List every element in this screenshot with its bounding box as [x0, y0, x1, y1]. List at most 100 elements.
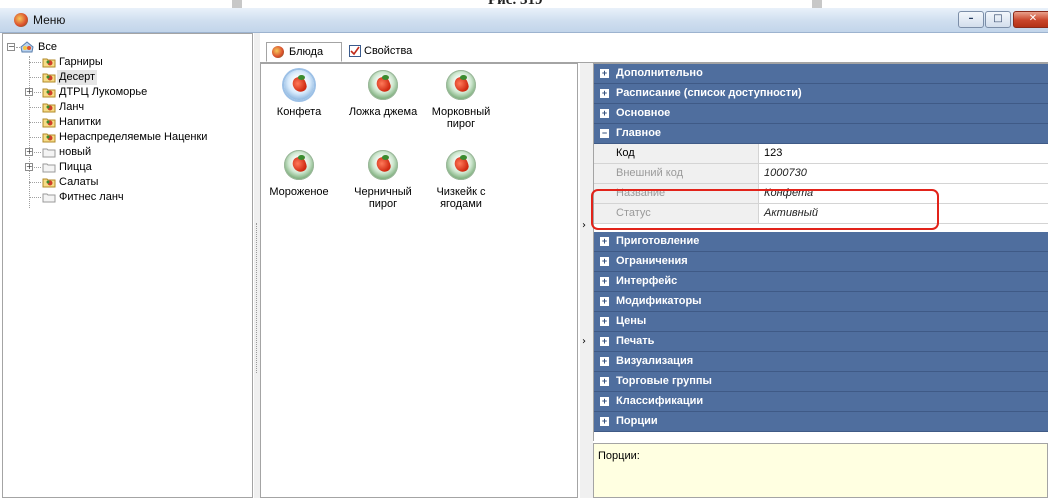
- category-label: Интерфейс: [616, 275, 678, 287]
- category-folder-icon: [42, 73, 56, 83]
- minimize-button[interactable]: –: [958, 11, 984, 28]
- property-value[interactable]: 123: [764, 147, 782, 159]
- tree-item-label: Пицца: [59, 161, 92, 173]
- dish-tile[interactable]: Черничный пирог: [349, 150, 417, 210]
- tab-label: Блюда: [289, 46, 324, 58]
- expand-icon[interactable]: +: [600, 69, 609, 78]
- dish-label: Морковный пирог: [431, 106, 491, 130]
- category-row[interactable]: + Расписание (список доступности): [594, 84, 1048, 104]
- category-row[interactable]: + Классификации: [594, 392, 1048, 412]
- tree-guide-line: [29, 107, 41, 108]
- expand-icon[interactable]: +: [600, 297, 609, 306]
- category-tree[interactable]: − Все Гарниры Десерт + ДТРЦ Лукоморье Ла…: [2, 33, 253, 498]
- expand-icon[interactable]: +: [600, 257, 609, 266]
- checkbox-list-icon: [349, 45, 361, 57]
- dish-icon: [368, 70, 398, 100]
- tab-dishes[interactable]: Блюда: [266, 42, 342, 62]
- expand-icon[interactable]: +: [25, 148, 33, 156]
- category-row[interactable]: + Ограничения: [594, 252, 1048, 272]
- close-icon: ✕: [1028, 13, 1038, 24]
- category-label: Дополнительно: [616, 67, 703, 79]
- category-row[interactable]: + Визуализация: [594, 352, 1048, 372]
- category-label: Печать: [616, 335, 655, 347]
- expand-icon[interactable]: +: [600, 237, 609, 246]
- category-label: Цены: [616, 315, 647, 327]
- category-row[interactable]: + Основное: [594, 104, 1048, 124]
- dish-tile[interactable]: Чизкейк с ягодами: [427, 150, 495, 210]
- category-label: Визуализация: [616, 355, 694, 367]
- tree-item-label: Нераспределяемые Наценки: [59, 131, 208, 143]
- property-row-code[interactable]: Код 123: [594, 144, 1048, 164]
- category-folder-icon: [42, 88, 56, 98]
- dish-tile[interactable]: Мороженое: [265, 150, 333, 198]
- category-row[interactable]: + Интерфейс: [594, 272, 1048, 292]
- tree-guide-line: [29, 62, 41, 63]
- category-label: Классификации: [616, 395, 704, 407]
- dish-label: Конфета: [276, 106, 322, 118]
- tree-item-label: Напитки: [59, 116, 102, 128]
- expand-icon[interactable]: +: [25, 88, 33, 96]
- category-label: Ограничения: [616, 255, 688, 267]
- expand-icon[interactable]: +: [600, 417, 609, 426]
- tree-item-label: Десерт: [57, 70, 98, 85]
- property-row-external-code[interactable]: Внешний код 1000730: [594, 164, 1048, 184]
- tab-strip: Блюда Свойства: [260, 40, 1048, 63]
- dish-icon: [284, 150, 314, 180]
- expand-icon[interactable]: +: [600, 397, 609, 406]
- dish-icon: [284, 70, 314, 100]
- category-row[interactable]: + Цены: [594, 312, 1048, 332]
- tree-guide-line: [34, 92, 41, 93]
- category-label: Главное: [616, 127, 662, 139]
- grid-splitter[interactable]: › ›: [580, 63, 593, 498]
- tree-guide-line: [29, 197, 41, 198]
- tree-guide-line: [29, 77, 41, 78]
- maximize-icon: □: [993, 13, 1003, 24]
- property-label: Код: [616, 147, 635, 159]
- property-label: Внешний код: [616, 167, 684, 179]
- dish-grid: Конфета Ложка джема Морковный пирог Моро…: [260, 63, 578, 498]
- category-label: Расписание (список доступности): [616, 87, 802, 99]
- collapse-icon[interactable]: −: [600, 129, 609, 138]
- empty-folder-icon: [42, 163, 56, 173]
- tree-item-label: новый: [59, 146, 92, 158]
- dish-tab-icon: [272, 46, 284, 58]
- category-folder-icon: [42, 178, 56, 188]
- window-titlebar[interactable]: Меню – □ ✕: [0, 8, 1048, 33]
- category-row[interactable]: + Торговые группы: [594, 372, 1048, 392]
- tree-guide-line: [34, 167, 41, 168]
- tree-guide-line: [34, 152, 41, 153]
- category-label: Приготовление: [616, 235, 700, 247]
- tree-label-root: Все: [38, 41, 57, 53]
- dish-tile[interactable]: Конфета: [265, 70, 333, 118]
- tab-properties[interactable]: Свойства: [344, 42, 434, 62]
- category-row[interactable]: + Приготовление: [594, 232, 1048, 252]
- category-row[interactable]: + Печать: [594, 332, 1048, 352]
- description-panel: Порции:: [593, 443, 1048, 498]
- tree-item-label: Ланч: [59, 101, 85, 113]
- expand-icon[interactable]: +: [600, 89, 609, 98]
- dish-label: Ложка джема: [348, 106, 418, 118]
- expand-icon[interactable]: +: [600, 377, 609, 386]
- dish-icon: [446, 70, 476, 100]
- dish-label: Черничный пирог: [354, 186, 412, 210]
- dish-tile[interactable]: Морковный пирог: [427, 70, 495, 130]
- expand-icon[interactable]: +: [25, 163, 33, 171]
- category-row[interactable]: − Главное: [594, 124, 1048, 144]
- dish-tile[interactable]: Ложка джема: [345, 70, 421, 118]
- expand-icon[interactable]: +: [600, 317, 609, 326]
- category-row[interactable]: + Модификаторы: [594, 292, 1048, 312]
- expand-icon[interactable]: +: [600, 337, 609, 346]
- collapse-icon[interactable]: −: [7, 43, 15, 51]
- category-folder-icon: [42, 133, 56, 143]
- expand-icon[interactable]: +: [600, 277, 609, 286]
- dish-label: Мороженое: [269, 186, 329, 198]
- category-row[interactable]: + Дополнительно: [594, 64, 1048, 84]
- chevron-right-icon: ›: [582, 336, 586, 347]
- category-row[interactable]: + Порции: [594, 412, 1048, 432]
- close-button[interactable]: ✕: [1013, 11, 1048, 28]
- maximize-button[interactable]: □: [985, 11, 1011, 28]
- expand-icon[interactable]: +: [600, 109, 609, 118]
- category-folder-icon: [42, 58, 56, 68]
- expand-icon[interactable]: +: [600, 357, 609, 366]
- tree-item-label: Фитнес ланч: [59, 191, 124, 203]
